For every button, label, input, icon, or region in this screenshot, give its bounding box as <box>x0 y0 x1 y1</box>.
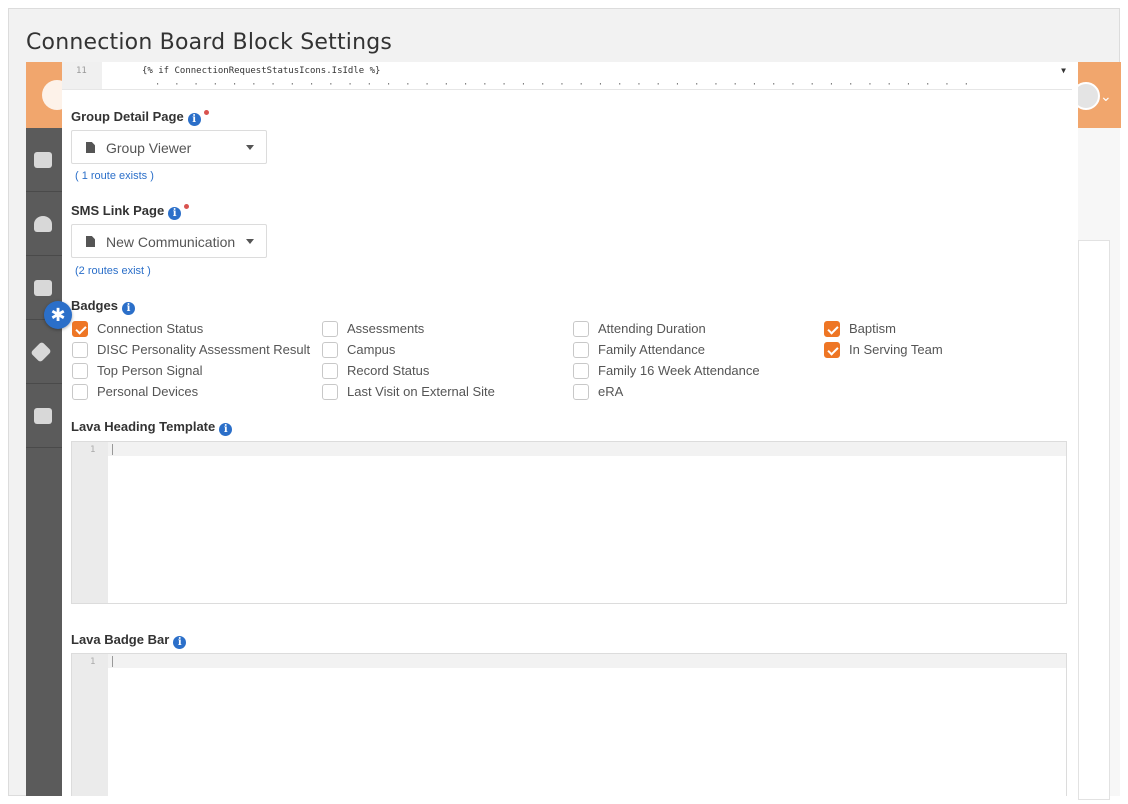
admin-toolbar-button[interactable]: ✱ <box>44 301 72 329</box>
badges-label: Badges i <box>71 298 135 315</box>
editor-active-line <box>108 442 1066 456</box>
checkbox[interactable] <box>573 342 589 358</box>
code-editor-preview[interactable]: 11 {% if ConnectionRequestStatusIcons.Is… <box>62 62 1072 90</box>
field-label-text: SMS Link Page <box>71 203 165 218</box>
checkbox-label: Record Status <box>347 363 430 378</box>
checkbox[interactable] <box>573 363 589 379</box>
checkbox-label: eRA <box>598 384 624 399</box>
group-detail-page-picker[interactable]: Group Viewer <box>71 130 267 164</box>
checkbox-label: Last Visit on External Site <box>347 384 495 399</box>
sidebar-item[interactable] <box>26 192 62 256</box>
checkbox-label: Campus <box>347 342 396 357</box>
sidebar-item[interactable] <box>26 320 62 384</box>
group-detail-page-label: Group Detail Page i <box>71 109 209 126</box>
checkbox[interactable] <box>322 321 338 337</box>
briefcase-icon <box>34 408 52 424</box>
finance-icon <box>34 280 52 296</box>
checkbox[interactable] <box>573 384 589 400</box>
scroll-down-icon[interactable]: ▼ <box>1061 66 1066 75</box>
code-line-number: 11 <box>76 66 87 76</box>
field-label-text: Badges <box>71 298 118 313</box>
editor-gutter <box>72 654 108 796</box>
page-title: Connection Board Block Settings <box>26 30 393 55</box>
group-detail-routes-link[interactable]: ( 1 route exists ) <box>75 170 154 182</box>
file-icon <box>86 236 95 247</box>
sms-link-page-label: SMS Link Page i <box>71 203 190 220</box>
text-cursor <box>112 444 113 455</box>
lava-badge-bar-label: Lava Badge Bar i <box>71 632 187 649</box>
info-icon[interactable]: i <box>187 113 201 126</box>
required-indicator <box>184 204 190 209</box>
checkbox-label: Family Attendance <box>598 342 705 357</box>
info-icon[interactable]: i <box>173 636 187 649</box>
lava-heading-template-editor[interactable]: 1 <box>71 441 1067 604</box>
info-icon[interactable]: i <box>168 207 182 220</box>
checkbox-label: DISC Personality Assessment Result <box>97 342 311 357</box>
checkbox-label: Connection Status <box>97 321 204 336</box>
checkbox[interactable] <box>573 321 589 337</box>
field-label-text: Lava Badge Bar <box>71 632 170 647</box>
sms-link-routes-link[interactable]: (2 routes exist ) <box>75 265 151 277</box>
checkbox[interactable] <box>72 321 88 337</box>
editor-line-number: 1 <box>90 657 96 667</box>
checkbox-label: Personal Devices <box>97 384 199 399</box>
checkbox[interactable] <box>824 321 840 337</box>
info-icon[interactable]: i <box>219 423 233 436</box>
field-label-text: Group Detail Page <box>71 109 184 124</box>
checkbox-label: Family 16 Week Attendance <box>598 363 760 378</box>
app-panel <box>1078 240 1110 800</box>
lava-badge-bar-editor[interactable]: 1 <box>71 653 1067 796</box>
chevron-down-icon[interactable]: ⌄ <box>1100 88 1112 105</box>
info-icon[interactable]: i <box>121 302 135 315</box>
text-cursor <box>112 656 113 667</box>
code-line: · · · · · · · · · · · · · · · · · · · · … <box>142 80 970 90</box>
checkbox[interactable] <box>72 342 88 358</box>
checkbox-label: In Serving Team <box>849 342 943 357</box>
wrench-icon <box>30 341 52 363</box>
code-line: {% if ConnectionRequestStatusIcons.IsIdl… <box>142 66 381 76</box>
person-icon <box>34 216 52 232</box>
asterisk-icon: ✱ <box>50 305 66 325</box>
sidebar-item[interactable] <box>26 128 62 192</box>
checkbox[interactable] <box>72 363 88 379</box>
app-sidebar <box>26 128 62 796</box>
picker-value: Group Viewer <box>106 140 192 156</box>
editor-line-number: 1 <box>90 445 96 455</box>
checkbox-label: Attending Duration <box>598 321 706 336</box>
checkbox-label: Assessments <box>347 321 425 336</box>
checkbox-label: Baptism <box>849 321 896 336</box>
checkbox[interactable] <box>322 384 338 400</box>
editor-gutter <box>72 442 108 603</box>
caret-down-icon <box>246 145 254 150</box>
sms-link-page-picker[interactable]: New Communication <box>71 224 267 258</box>
field-label-text: Lava Heading Template <box>71 419 216 434</box>
block-settings-modal: 11 {% if ConnectionRequestStatusIcons.Is… <box>62 62 1078 796</box>
sidebar-item[interactable] <box>26 384 62 448</box>
checkbox-label: Top Person Signal <box>97 363 203 378</box>
checkbox[interactable] <box>824 342 840 358</box>
caret-down-icon <box>246 239 254 244</box>
checkbox[interactable] <box>322 342 338 358</box>
picker-value: New Communication <box>106 234 236 250</box>
dashboard-icon <box>34 152 52 168</box>
required-indicator <box>203 110 209 115</box>
checkbox[interactable] <box>322 363 338 379</box>
file-icon <box>86 142 95 153</box>
lava-heading-template-label: Lava Heading Template i <box>71 419 233 436</box>
editor-active-line <box>108 654 1066 668</box>
checkbox[interactable] <box>72 384 88 400</box>
